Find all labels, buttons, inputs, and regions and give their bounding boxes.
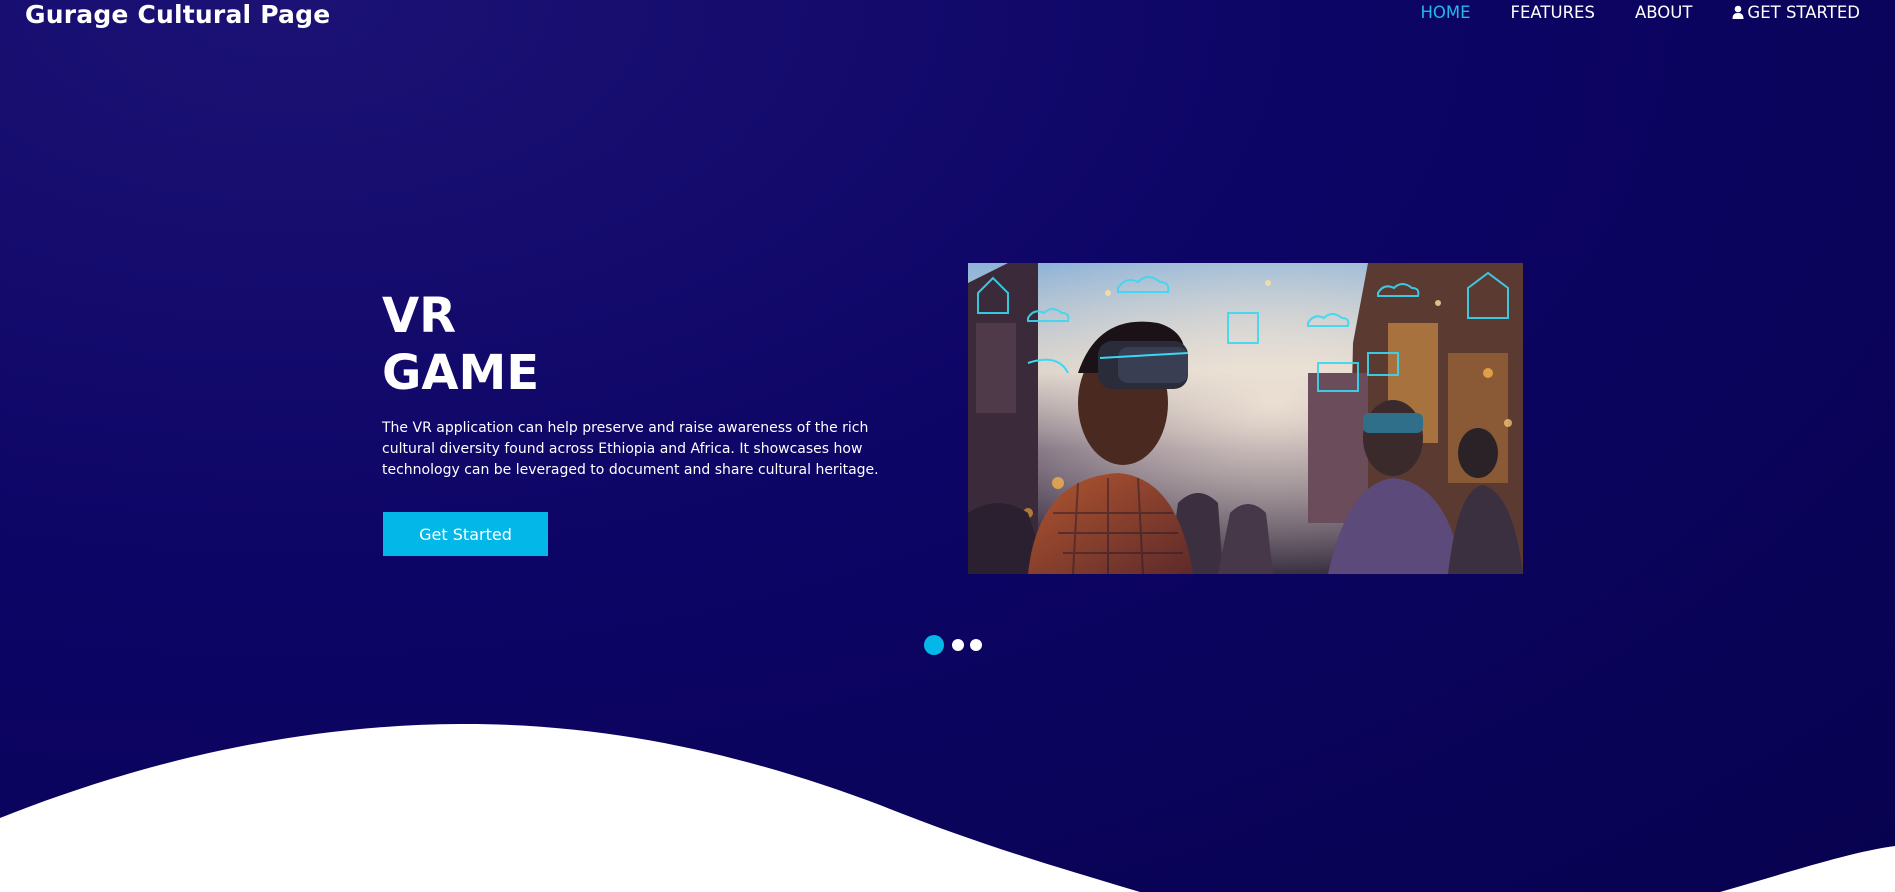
- nav-features-link[interactable]: FEATURES: [1511, 3, 1595, 22]
- main-nav: HOME FEATURES ABOUT GET STARTED: [1420, 3, 1860, 22]
- nav-home-link[interactable]: HOME: [1420, 3, 1470, 22]
- bottom-wave: [0, 723, 1895, 892]
- hero-title-line-2: GAME: [382, 345, 540, 401]
- hero-image: [968, 263, 1523, 574]
- hero-description: The VR application can help preserve and…: [382, 420, 879, 478]
- carousel-dot-3[interactable]: [970, 639, 982, 651]
- carousel-dot-1[interactable]: [924, 635, 944, 655]
- carousel-indicators: [924, 635, 982, 655]
- carousel-dot-2[interactable]: [952, 639, 964, 651]
- nav-get-started-link[interactable]: GET STARTED: [1732, 3, 1860, 22]
- get-started-button[interactable]: Get Started: [383, 512, 548, 556]
- hero-title: VR GAME: [382, 288, 539, 402]
- hero-title-line-1: VR: [382, 288, 457, 344]
- nav-about-link[interactable]: ABOUT: [1635, 3, 1692, 22]
- user-icon: [1732, 5, 1744, 19]
- site-brand[interactable]: Gurage Cultural Page: [25, 0, 330, 29]
- nav-get-started-label: GET STARTED: [1747, 3, 1860, 22]
- vr-street-scene-image: [968, 263, 1523, 574]
